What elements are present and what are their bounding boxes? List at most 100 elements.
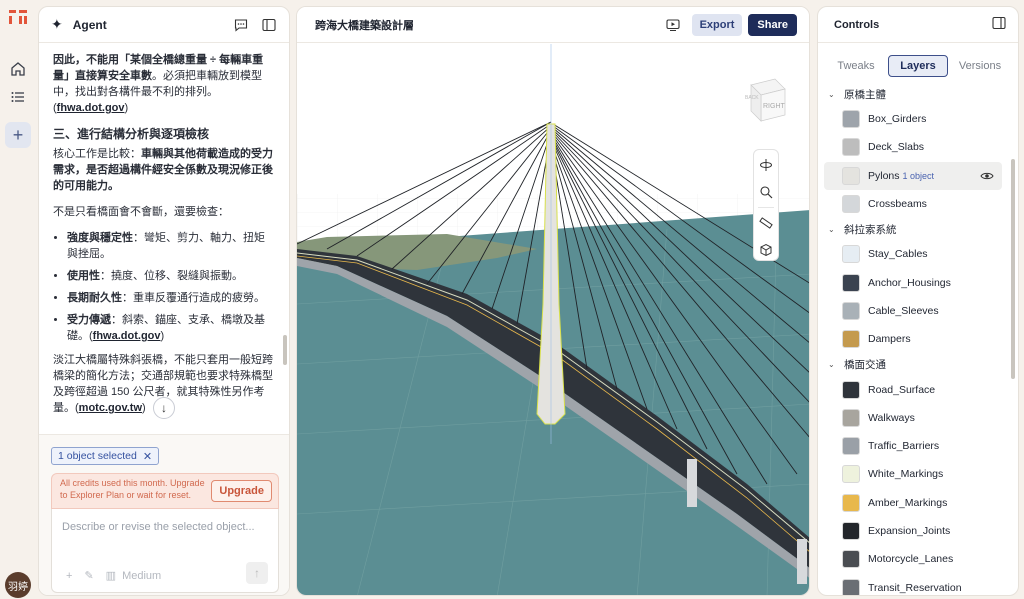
layer-item[interactable]: Stay_Cables <box>818 240 1018 268</box>
layer-swatch[interactable] <box>842 245 860 264</box>
layer-item[interactable]: Walkways <box>818 404 1018 432</box>
section-box-icon[interactable] <box>754 238 778 262</box>
layer-item[interactable]: White_Markings <box>818 460 1018 488</box>
layer-swatch[interactable] <box>842 465 860 484</box>
layer-swatch[interactable] <box>842 380 860 399</box>
layer-swatch[interactable] <box>842 138 860 157</box>
new-project-button[interactable]: + <box>5 122 31 148</box>
zoom-icon[interactable] <box>754 180 778 204</box>
layer-name: Transit_Reservation <box>868 581 962 594</box>
3d-scene[interactable] <box>297 44 810 596</box>
source-link[interactable]: motc.gov.tw <box>79 402 142 414</box>
layer-name: Traffic_Barriers <box>868 440 940 453</box>
measure-icon[interactable] <box>754 211 778 235</box>
layer-swatch[interactable] <box>842 578 860 595</box>
app-logo-icon[interactable] <box>8 8 28 28</box>
layer-item[interactable]: Dampers <box>818 325 1018 353</box>
scroll-down-button[interactable]: ↓ <box>153 397 175 419</box>
layer-swatch[interactable] <box>842 408 860 427</box>
layer-group[interactable]: ⌄ 橋面交通 <box>818 353 1018 375</box>
layer-swatch[interactable] <box>842 166 860 185</box>
layer-name: Amber_Markings <box>868 496 948 509</box>
message-paragraph: 不是只看橋面會不會斷，還要檢查： <box>53 206 229 218</box>
agent-message: 因此，不能用「某個全橋總重量 ÷ 每輛車重量」直接算安全車數。必須把車輛放到模型… <box>39 44 289 434</box>
toolbar-divider <box>758 207 774 208</box>
sidebar-toggle-icon[interactable] <box>261 17 277 33</box>
layer-swatch[interactable] <box>842 330 860 349</box>
tab-layers[interactable]: Layers <box>888 55 948 77</box>
checklist: 強度與穩定性：彎矩、剪力、軸力、扭矩與挫屈。 使用性：撓度、位移、裂縫與振動。 … <box>53 230 275 344</box>
layer-name: Walkways <box>868 411 915 424</box>
export-button[interactable]: Export <box>691 13 743 36</box>
orbit-icon[interactable] <box>754 153 778 177</box>
eye-icon[interactable] <box>980 169 994 183</box>
layer-item[interactable]: Traffic_Barriers <box>818 432 1018 460</box>
layer-item[interactable]: Crossbeams <box>818 190 1018 218</box>
chevron-down-icon[interactable]: ⌄ <box>828 90 840 99</box>
home-icon[interactable] <box>9 60 27 78</box>
layer-swatch[interactable] <box>842 493 860 512</box>
layer-name: Road_Surface <box>868 383 936 396</box>
list-icon[interactable] <box>9 88 27 106</box>
source-link[interactable]: fhwa.dot.gov <box>93 330 161 342</box>
controls-tabs: Tweaks Layers Versions <box>818 50 1018 82</box>
layer-item[interactable]: Road_Surface <box>818 375 1018 403</box>
text: ) <box>142 402 146 414</box>
layer-swatch[interactable] <box>842 195 860 214</box>
layer-group-name: 原橋主體 <box>844 88 886 101</box>
project-title: 跨海大橋建築設計層 <box>315 19 414 32</box>
text: ：撓度、位移、裂縫與振動。 <box>100 270 243 282</box>
controls-scrollbar[interactable] <box>1011 159 1015 379</box>
layer-group[interactable]: ⌄ 斜拉索系統 <box>818 218 1018 240</box>
layer-name: Box_Girders <box>868 113 927 126</box>
layer-item-selected[interactable]: Pylons 1 object <box>824 161 1002 190</box>
layer-swatch[interactable] <box>842 437 860 456</box>
upgrade-button[interactable]: Upgrade <box>211 480 272 502</box>
chevron-down-icon[interactable]: ⌄ <box>828 360 840 369</box>
layer-swatch[interactable] <box>842 550 860 569</box>
present-icon[interactable] <box>664 16 682 34</box>
agent-scrollbar[interactable] <box>283 335 287 365</box>
layer-item[interactable]: Transit_Reservation <box>818 573 1018 595</box>
layer-name: Deck_Slabs <box>868 141 925 154</box>
layer-item[interactable]: Anchor_Housings <box>818 268 1018 296</box>
controls-panel: Controls Tweaks Layers Versions ⌄ 原橋主體 Bo… <box>817 6 1019 596</box>
chevron-down-icon[interactable]: ⌄ <box>828 225 840 234</box>
bold-text: 受力傳遞 <box>67 314 111 326</box>
share-button[interactable]: Share <box>748 13 797 36</box>
prompt-placeholder: Describe or revise the selected object..… <box>62 521 255 533</box>
layer-item[interactable]: Expansion_Joints <box>818 517 1018 545</box>
close-icon[interactable]: ✕ <box>143 450 152 463</box>
prompt-input[interactable]: Describe or revise the selected object..… <box>51 509 279 593</box>
text: ) <box>124 102 129 114</box>
tab-versions[interactable]: Versions <box>950 55 1010 77</box>
chat-icon[interactable] <box>233 17 249 33</box>
avatar[interactable]: 羽婷 <box>5 572 31 598</box>
layer-item[interactable]: Deck_Slabs <box>818 133 1018 161</box>
layer-name: Motorcycle_Lanes <box>868 553 954 566</box>
view-cube[interactable]: RIGHT BACK <box>741 75 789 125</box>
send-button[interactable]: ↑ <box>246 562 268 584</box>
sidebar-toggle-icon[interactable] <box>992 16 1006 33</box>
source-link[interactable]: fhwa.dot.gov <box>57 102 125 114</box>
layer-tree: ⌄ 原橋主體 Box_Girders Deck_Slabs Pylons 1 obj… <box>818 83 1018 595</box>
layer-swatch[interactable] <box>842 522 860 540</box>
layer-group[interactable]: ⌄ 原橋主體 <box>818 83 1018 105</box>
layer-item[interactable]: Box_Girders <box>818 105 1018 133</box>
draw-icon[interactable]: ✎ <box>84 569 93 582</box>
layer-name: Pylons <box>868 169 900 182</box>
tab-tweaks[interactable]: Tweaks <box>826 55 886 77</box>
bold-text: 強度與穩定性 <box>67 232 133 244</box>
model-select[interactable]: Medium <box>122 570 161 582</box>
bars-icon[interactable]: ▥ <box>106 569 116 582</box>
plus-icon[interactable]: + <box>66 570 72 582</box>
layer-item[interactable]: Amber_Markings <box>818 489 1018 517</box>
layer-name: Crossbeams <box>868 198 927 211</box>
layer-item[interactable]: Motorcycle_Lanes <box>818 545 1018 573</box>
layer-swatch[interactable] <box>842 273 860 292</box>
viewport-panel: 跨海大橋建築設計層 Export Share RIGHT BACK <box>296 6 810 596</box>
layer-swatch[interactable] <box>842 301 860 320</box>
selection-chip[interactable]: 1 object selected ✕ <box>51 447 160 465</box>
layer-item[interactable]: Cable_Sleeves <box>818 297 1018 325</box>
layer-swatch[interactable] <box>842 110 860 129</box>
